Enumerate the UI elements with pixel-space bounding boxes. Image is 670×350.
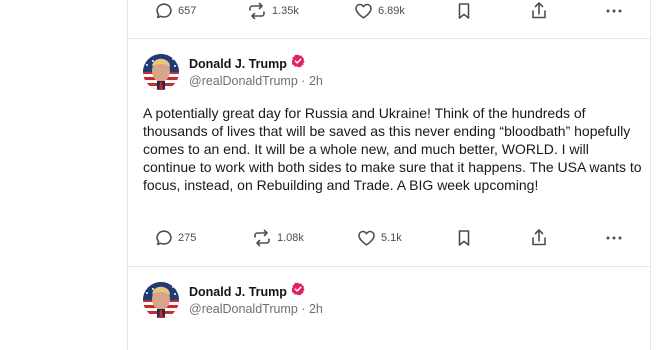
bookmark-icon [458,3,470,19]
handle[interactable]: @realDonaldTrump [189,74,298,88]
meta-separator: · [301,74,306,88]
verified-icon [291,54,305,68]
post-divider [128,38,650,39]
like-icon [358,230,375,246]
share-icon [532,229,546,246]
repost-icon [254,229,270,247]
avatar-image [143,54,179,90]
like-count: 6.89k [378,5,405,17]
author-line: Donald J. Trump [189,54,305,73]
repost-button[interactable]: 1.35k [247,0,299,22]
verified-badge [291,54,305,73]
more-options-button[interactable] [605,0,623,22]
like-button[interactable]: 5.1k [357,227,402,249]
reply-button[interactable]: 657 [155,0,196,22]
like-count: 5.1k [381,232,402,244]
like-icon [355,3,372,19]
verified-badge [291,282,305,301]
post-divider [128,266,650,267]
reply-icon [156,3,172,19]
bookmark-button[interactable] [456,0,472,22]
more-icon [606,236,622,240]
reply-count: 657 [178,5,197,17]
bookmark-button[interactable] [456,227,472,249]
repost-count: 1.35k [272,5,299,17]
share-button[interactable] [531,0,547,22]
repost-button[interactable]: 1.08k [252,227,304,249]
author-name[interactable]: Donald J. Trump [189,285,287,299]
post-text: A potentially great day for Russia and U… [143,105,642,193]
more-options-button[interactable] [605,227,623,249]
share-button[interactable] [531,227,547,249]
post-meta: @realDonaldTrump · 2h [189,302,323,316]
repost-count: 1.08k [277,232,304,244]
repost-icon [249,2,265,20]
reply-button[interactable]: 275 [155,227,196,249]
share-icon [532,2,546,19]
top-post-actions: 657 1.35k 6.89k [155,0,635,22]
avatar[interactable] [143,282,179,318]
reply-icon [156,230,172,246]
post-actions: 275 1.08k 5.1k [155,227,635,249]
author-line: Donald J. Trump [189,282,305,301]
avatar-image [143,282,179,318]
like-button[interactable]: 6.89k [354,0,405,22]
author-name[interactable]: Donald J. Trump [189,57,287,71]
bookmark-icon [458,230,470,246]
more-icon [606,9,622,13]
timestamp[interactable]: 2h [309,74,323,88]
verified-icon [291,282,305,296]
timestamp[interactable]: 2h [309,302,323,316]
handle[interactable]: @realDonaldTrump [189,302,298,316]
avatar[interactable] [143,54,179,90]
meta-separator: · [301,302,306,316]
feed-page: 657 1.35k 6.89k Donald J. Trump @realDon… [0,0,670,350]
reply-count: 275 [178,232,197,244]
post-meta: @realDonaldTrump · 2h [189,74,323,88]
